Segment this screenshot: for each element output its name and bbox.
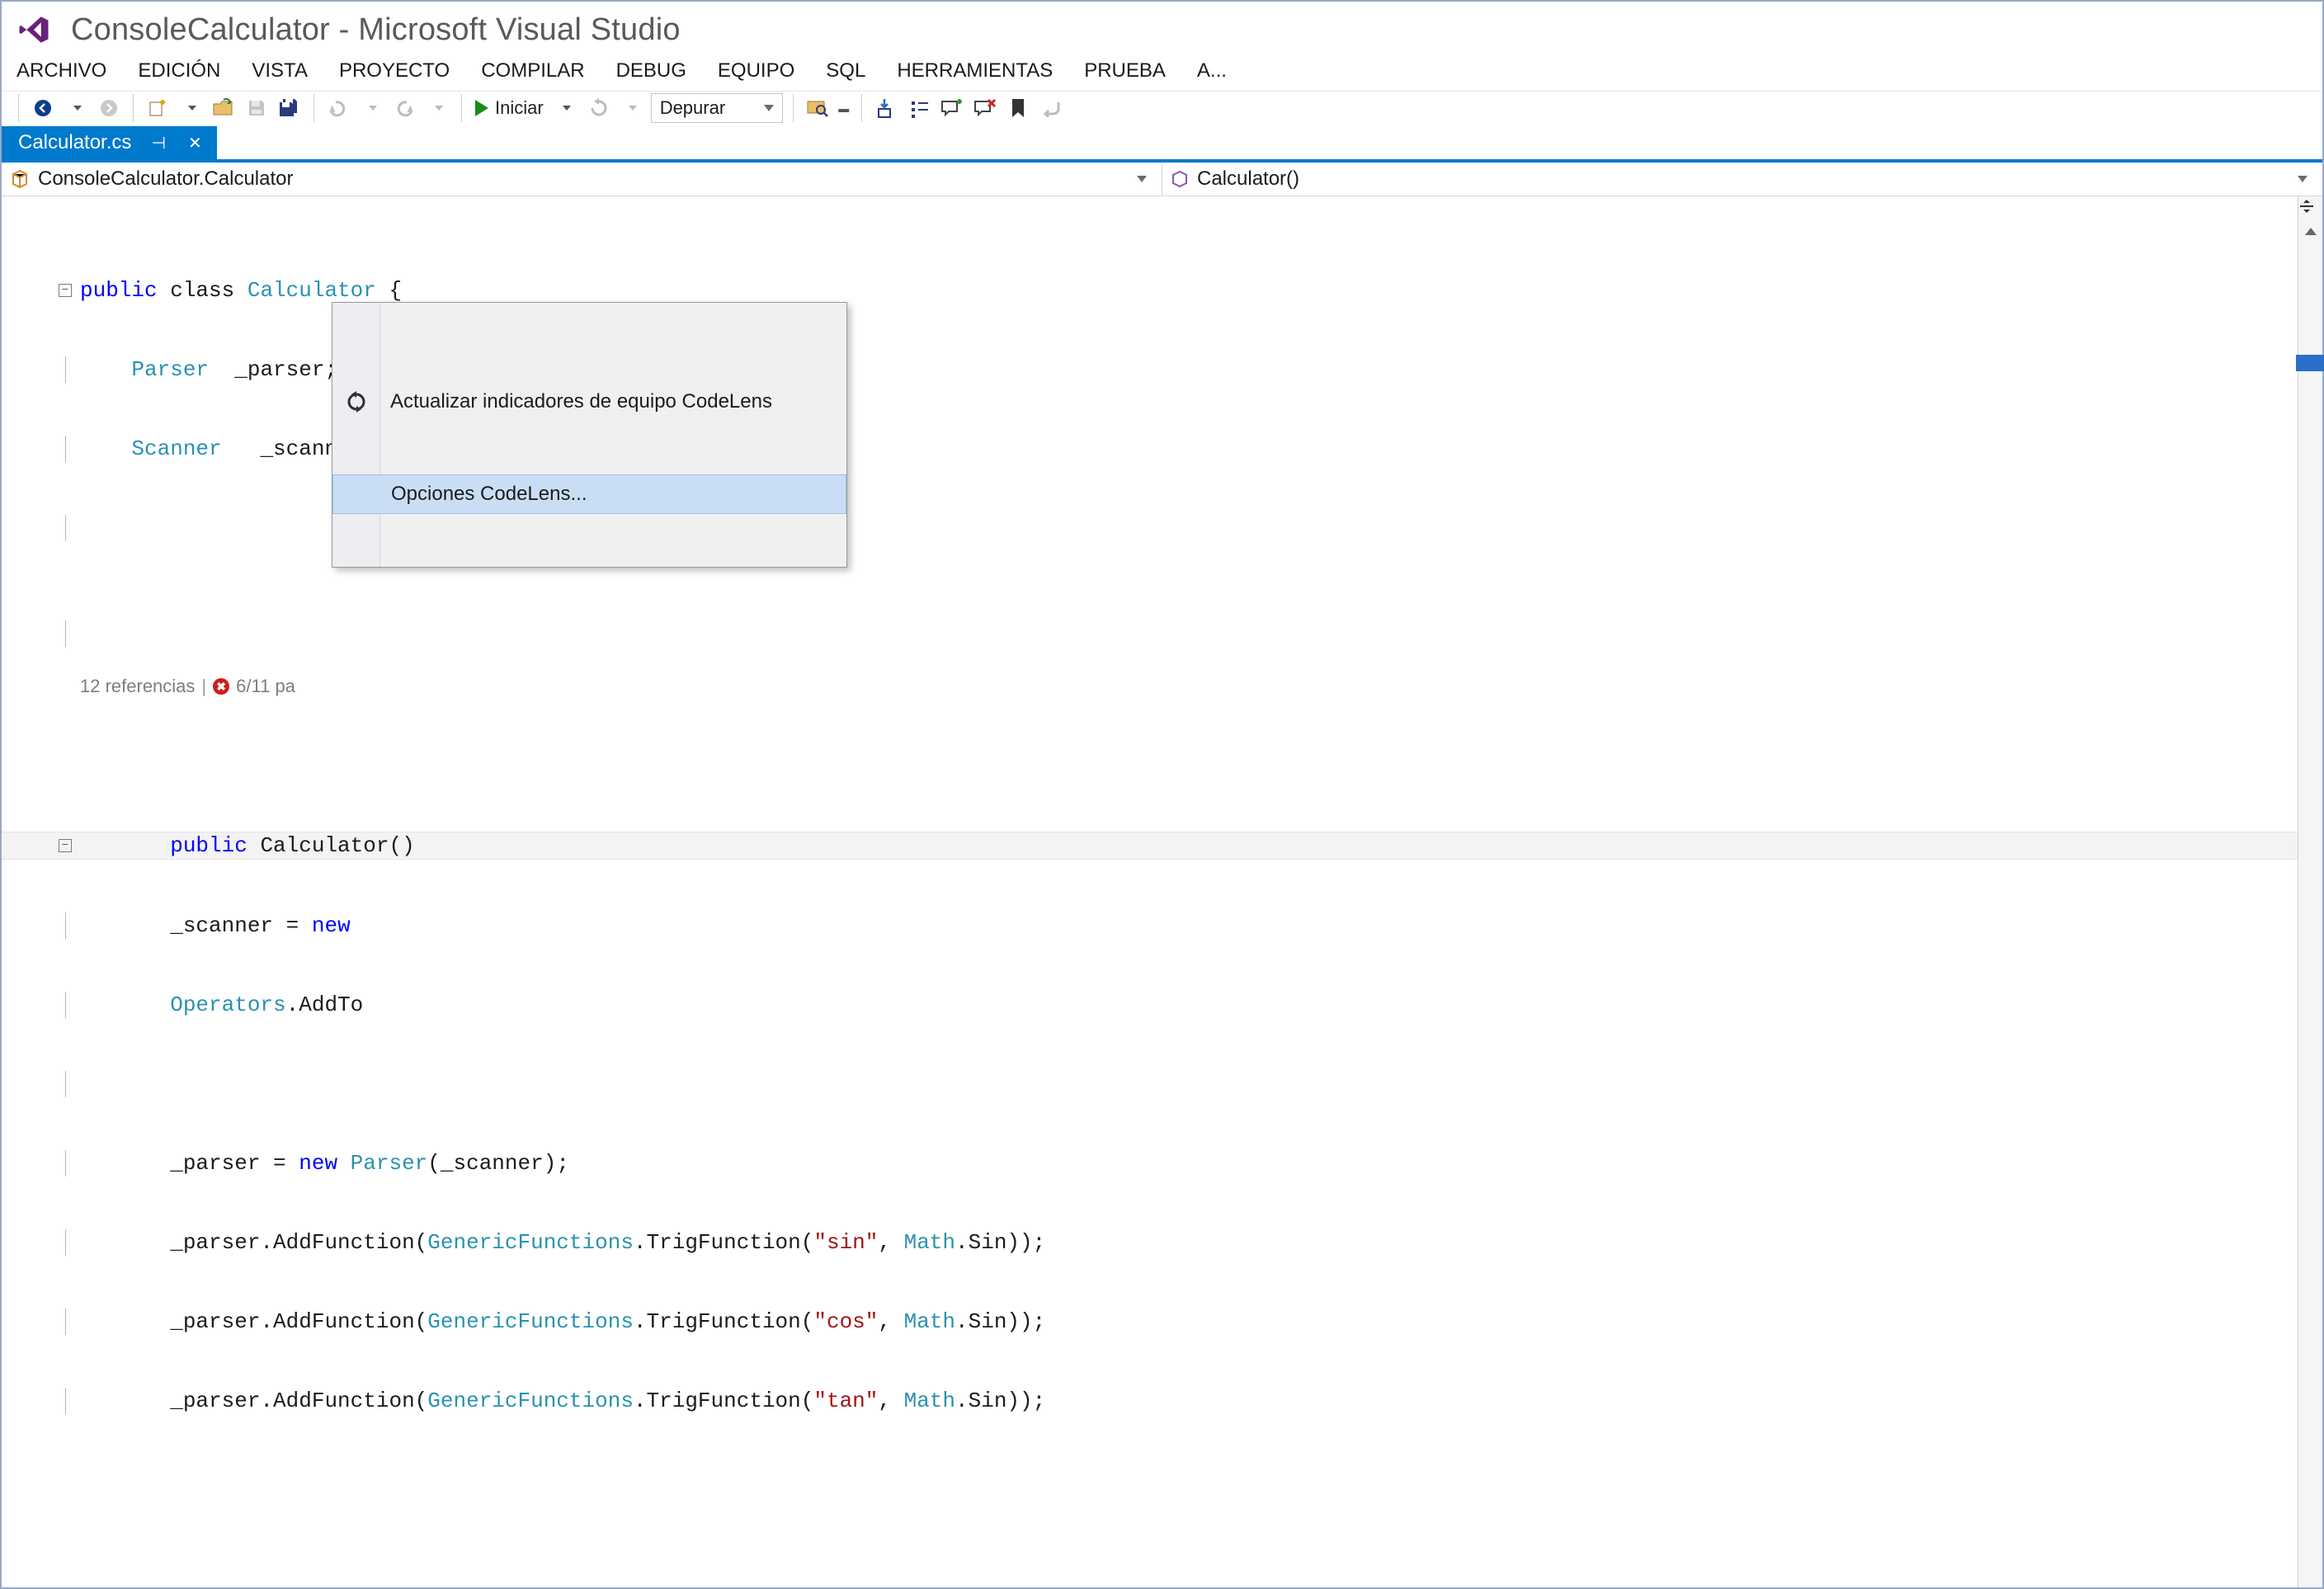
config-label: Depurar [660,97,725,119]
redo-dropdown[interactable] [423,94,451,122]
fold-toggle[interactable]: − [59,839,72,852]
comment-add-button[interactable] [938,94,966,122]
refresh-icon [344,389,369,414]
class-name: ConsoleCalculator.Calculator [38,167,294,191]
play-icon [475,100,488,116]
document-tabs: Calculator.cs ⊣ ✕ [2,126,2322,163]
class-icon [10,169,30,189]
menu-debug[interactable]: DEBUG [616,59,686,83]
fold-toggle[interactable]: − [59,284,72,297]
menu-equipo[interactable]: EQUIPO [718,59,794,83]
nav-forward-button[interactable] [95,94,123,122]
toolbar-separator [133,94,134,122]
member-name: Calculator() [1197,167,1299,191]
bookmark-button[interactable] [1004,94,1032,122]
code-editor[interactable]: − public class Calculator { Parser _pars… [2,196,2298,1587]
toolbar-separator [461,94,462,122]
vs-logo-icon [16,10,56,50]
list-button-icon[interactable] [905,94,933,122]
scroll-up-arrow-icon[interactable] [2298,224,2322,243]
method-icon [1171,170,1189,188]
menu-item-codelens-options[interactable]: Opciones CodeLens... [332,474,846,514]
nav-back-dropdown[interactable] [62,94,90,122]
comment-remove-button[interactable] [971,94,999,122]
refresh-icon[interactable] [585,94,613,122]
start-button[interactable]: Iniciar [472,94,547,122]
menu-bar: ARCHIVO EDICIÓN VISTA PROYECTO COMPILAR … [2,54,2322,91]
reply-arrow-icon[interactable] [1037,94,1065,122]
save-button[interactable] [243,94,271,122]
undo-button[interactable] [324,94,352,122]
overview-marker [2296,355,2324,371]
step-into-button[interactable] [872,94,900,122]
new-item-dropdown[interactable] [177,94,205,122]
codelens-indicator[interactable]: 12 referencias |✖ 6/11 pa [80,673,2298,700]
menu-prueba[interactable]: PRUEBA [1084,59,1166,83]
start-label: Iniciar [495,97,544,119]
menu-overflow[interactable]: A... [1197,59,1227,83]
find-in-files-button[interactable] [804,94,832,122]
menu-compilar[interactable]: COMPILAR [481,59,584,83]
redo-button[interactable] [390,94,418,122]
document-tab-calculator[interactable]: Calculator.cs ⊣ ✕ [2,126,217,159]
toolbar-separator [313,94,314,122]
title-bar: ConsoleCalculator - Microsoft Visual Stu… [2,2,2322,54]
tab-label: Calculator.cs [18,131,131,154]
start-dropdown[interactable] [552,94,580,122]
config-dropdown[interactable]: Depurar [651,93,783,123]
menu-item-refresh-codelens[interactable]: Actualizar indicadores de equipo CodeLen… [332,382,846,422]
error-icon: ✖ [213,678,229,695]
codelens-context-menu: Actualizar indicadores de equipo CodeLen… [332,302,847,568]
window-title: ConsoleCalculator - Microsoft Visual Stu… [71,12,681,48]
new-item-button[interactable] [144,94,172,122]
menu-gutter [332,303,380,567]
class-dropdown[interactable]: ConsoleCalculator.Calculator [2,163,1162,196]
editor-area: − public class Calculator { Parser _pars… [2,196,2322,1587]
chevron-down-icon [1137,176,1147,182]
menu-vista[interactable]: VISTA [252,59,308,83]
small-dropdown[interactable]: ▬ [837,94,851,122]
toolbar: Iniciar Depurar ▬ [2,91,2322,126]
pin-icon[interactable]: ⊣ [149,133,167,153]
nav-back-button[interactable] [29,94,57,122]
save-all-button[interactable] [276,94,304,122]
toolbar-separator [18,94,19,122]
menu-herramientas[interactable]: HERRAMIENTAS [897,59,1053,83]
member-dropdown[interactable]: Calculator() [1162,163,2322,196]
menu-proyecto[interactable]: PROYECTO [339,59,450,83]
menu-edicion[interactable]: EDICIÓN [138,59,220,83]
chevron-down-icon [764,105,774,111]
split-view-icon[interactable] [2298,198,2322,215]
toolbar-separator [793,94,794,122]
navigation-bar: ConsoleCalculator.Calculator Calculator(… [2,163,2322,196]
menu-archivo[interactable]: ARCHIVO [16,59,106,83]
toolbar-separator [861,94,862,122]
close-icon[interactable]: ✕ [186,133,204,153]
vertical-scrollbar[interactable] [2298,196,2322,1587]
chevron-down-icon [2298,176,2308,182]
undo-dropdown[interactable] [357,94,385,122]
refresh-dropdown[interactable] [618,94,646,122]
menu-sql[interactable]: SQL [826,59,865,83]
open-button[interactable] [210,94,238,122]
